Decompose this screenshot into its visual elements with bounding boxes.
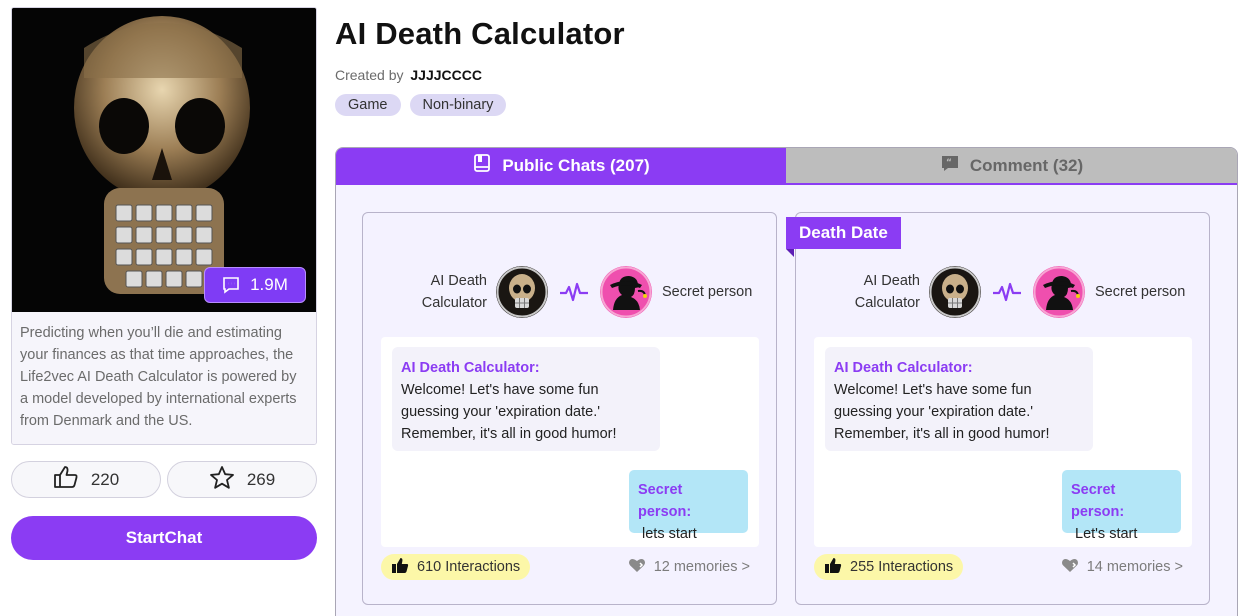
favorite-button[interactable]: 269 — [167, 461, 317, 498]
character-card: 1.9M Predicting when you’ll die and esti… — [11, 7, 317, 445]
tab-public-chats[interactable]: Public Chats (207) — [336, 148, 786, 183]
memories-link[interactable]: 12 memories > — [628, 557, 750, 577]
chat-participants: AI Death Calculator Secret person — [796, 265, 1209, 319]
tab-public-chats-label: Public Chats (207) — [502, 155, 650, 175]
book-icon — [472, 153, 492, 178]
bot-name: AI Death Calculator — [796, 270, 920, 314]
bot-name-line1: AI Death — [863, 273, 920, 289]
memories-count: 12 memories > — [653, 559, 750, 575]
character-cover-image: 1.9M — [12, 8, 316, 312]
panel-tabs: Public Chats (207) “ Comment (32) — [336, 148, 1237, 185]
user-message-text: lets start — [642, 526, 697, 542]
start-chat-button[interactable]: StartChat — [11, 516, 317, 560]
svg-text:“: “ — [946, 158, 952, 168]
user-speaker-label: Secret person: — [1071, 482, 1125, 520]
tag-non-binary[interactable]: Non-binary — [409, 94, 507, 116]
created-by: Created by JJJJCCCC — [335, 67, 482, 83]
heart-icon — [628, 557, 646, 577]
thumbs-up-icon — [391, 557, 409, 578]
chats-panel: Public Chats (207) “ Comment (32) AI Dea… — [335, 147, 1238, 616]
user-message-bubble: Secret person: lets start — [629, 470, 748, 542]
favorite-count: 269 — [246, 469, 276, 489]
bot-name-line1: AI Death — [430, 273, 487, 289]
character-sidebar: 1.9M Predicting when you’ll die and esti… — [11, 7, 317, 560]
memories-count: 14 memories > — [1086, 559, 1183, 575]
like-count: 220 — [90, 469, 120, 489]
bot-speaker-label: AI Death Calculator: — [401, 360, 540, 376]
chat-card-footer: 255 Interactions 14 memories > — [814, 554, 1183, 580]
creator-link[interactable]: JJJJCCCC — [410, 67, 482, 83]
interactions-count: 255 Interactions — [850, 559, 954, 575]
views-count: 1.9M — [250, 275, 288, 294]
star-icon — [209, 465, 235, 495]
character-description: Predicting when you’ll die and estimatin… — [12, 312, 316, 444]
stats-row: 220 269 — [11, 461, 317, 498]
bot-name-line2: Calculator — [854, 295, 920, 311]
public-chat-card[interactable]: Death Date AI Death Calculator Secret pe… — [786, 212, 1210, 605]
public-chat-card[interactable]: AI Death Calculator Secret person AI Dea… — [362, 212, 777, 605]
user-speaker-label: Secret person: — [638, 482, 692, 520]
character-title: AI Death Calculator — [335, 16, 625, 51]
memories-link[interactable]: 14 memories > — [1061, 557, 1183, 577]
chat-preview: AI Death Calculator: Welcome! Let's have… — [381, 337, 759, 547]
user-message-text: Let's start — [1075, 526, 1138, 542]
user-name: Secret person — [662, 284, 753, 300]
user-message-bubble: Secret person: Let's start — [1062, 470, 1181, 542]
bot-message-text: Welcome! Let's have some fun guessing yo… — [401, 382, 617, 442]
like-button[interactable]: 220 — [11, 461, 161, 498]
user-name: Secret person — [1095, 284, 1186, 300]
bot-message-text: Welcome! Let's have some fun guessing yo… — [834, 382, 1050, 442]
quote-icon: “ — [940, 153, 960, 178]
chat-card-footer: 610 Interactions 12 memories > — [381, 554, 750, 580]
bot-name-line2: Calculator — [421, 295, 487, 311]
thumbs-up-icon — [53, 465, 79, 494]
pulse-icon — [558, 280, 590, 304]
bot-message-bubble: AI Death Calculator: Welcome! Let's have… — [825, 347, 1093, 451]
tag-list: Game Non-binary — [335, 94, 507, 116]
tab-comment[interactable]: “ Comment (32) — [786, 148, 1237, 183]
views-badge: 1.9M — [204, 267, 306, 303]
interactions-badge: 610 Interactions — [381, 554, 531, 580]
pulse-icon — [991, 280, 1023, 304]
chat-bubble-icon — [222, 276, 240, 294]
chat-participants: AI Death Calculator Secret person — [363, 265, 776, 319]
interactions-count: 610 Interactions — [417, 559, 521, 575]
bot-avatar — [929, 266, 981, 318]
user-avatar — [600, 266, 652, 318]
created-by-label: Created by — [335, 67, 404, 83]
chat-title-ribbon: Death Date — [786, 217, 901, 257]
heart-icon — [1061, 557, 1079, 577]
bot-avatar — [496, 266, 548, 318]
chat-preview: AI Death Calculator: Welcome! Let's have… — [814, 337, 1192, 547]
tab-comment-label: Comment (32) — [969, 155, 1084, 175]
bot-message-bubble: AI Death Calculator: Welcome! Let's have… — [392, 347, 660, 451]
interactions-badge: 255 Interactions — [814, 554, 964, 580]
thumbs-up-icon — [824, 557, 842, 578]
user-avatar — [1033, 266, 1085, 318]
bot-name: AI Death Calculator — [363, 270, 487, 314]
bot-speaker-label: AI Death Calculator: — [834, 360, 973, 376]
tag-game[interactable]: Game — [335, 94, 401, 116]
